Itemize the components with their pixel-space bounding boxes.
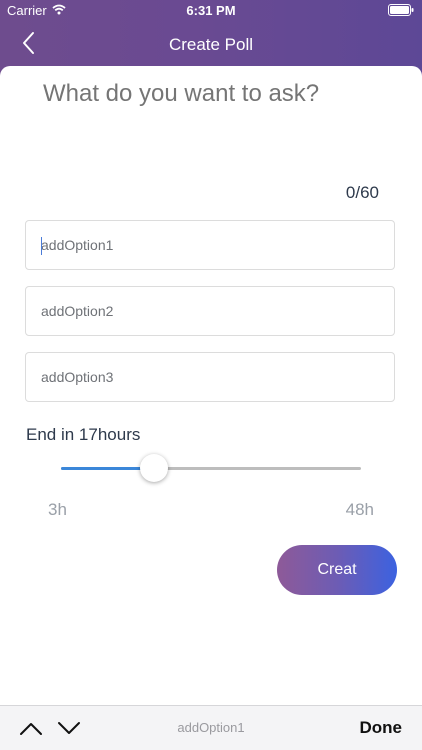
keyboard-toolbar: addOption1 Done — [0, 705, 422, 750]
question-input[interactable] — [43, 80, 403, 108]
duration-slider-thumb[interactable] — [140, 454, 169, 482]
create-poll-button[interactable]: Creat — [277, 545, 397, 595]
poll-form-card: 0/60 End in 17hours 3h 48h Creat — [0, 66, 422, 706]
page-title: Create Poll — [168, 35, 254, 54]
option-input-3[interactable] — [41, 353, 381, 401]
duration-max-label: 48h — [345, 500, 374, 519]
status-bar: Carrier 6:31 PM — [0, 0, 422, 22]
option-field-3[interactable] — [25, 352, 395, 402]
battery-icon — [388, 4, 414, 16]
duration-slider[interactable] — [61, 454, 361, 482]
option-input-2[interactable] — [41, 287, 381, 335]
option-field-1[interactable] — [25, 220, 395, 270]
option-field-2[interactable] — [25, 286, 395, 336]
duration-min-label: 3h — [48, 500, 67, 519]
done-button[interactable]: Done — [360, 718, 403, 738]
duration-label: End in 17hours — [26, 425, 141, 444]
question-char-counter: 0/60 — [345, 183, 379, 202]
text-cursor — [41, 237, 42, 255]
status-time: 6:31 PM — [186, 3, 236, 18]
option-input-1[interactable] — [41, 221, 381, 269]
